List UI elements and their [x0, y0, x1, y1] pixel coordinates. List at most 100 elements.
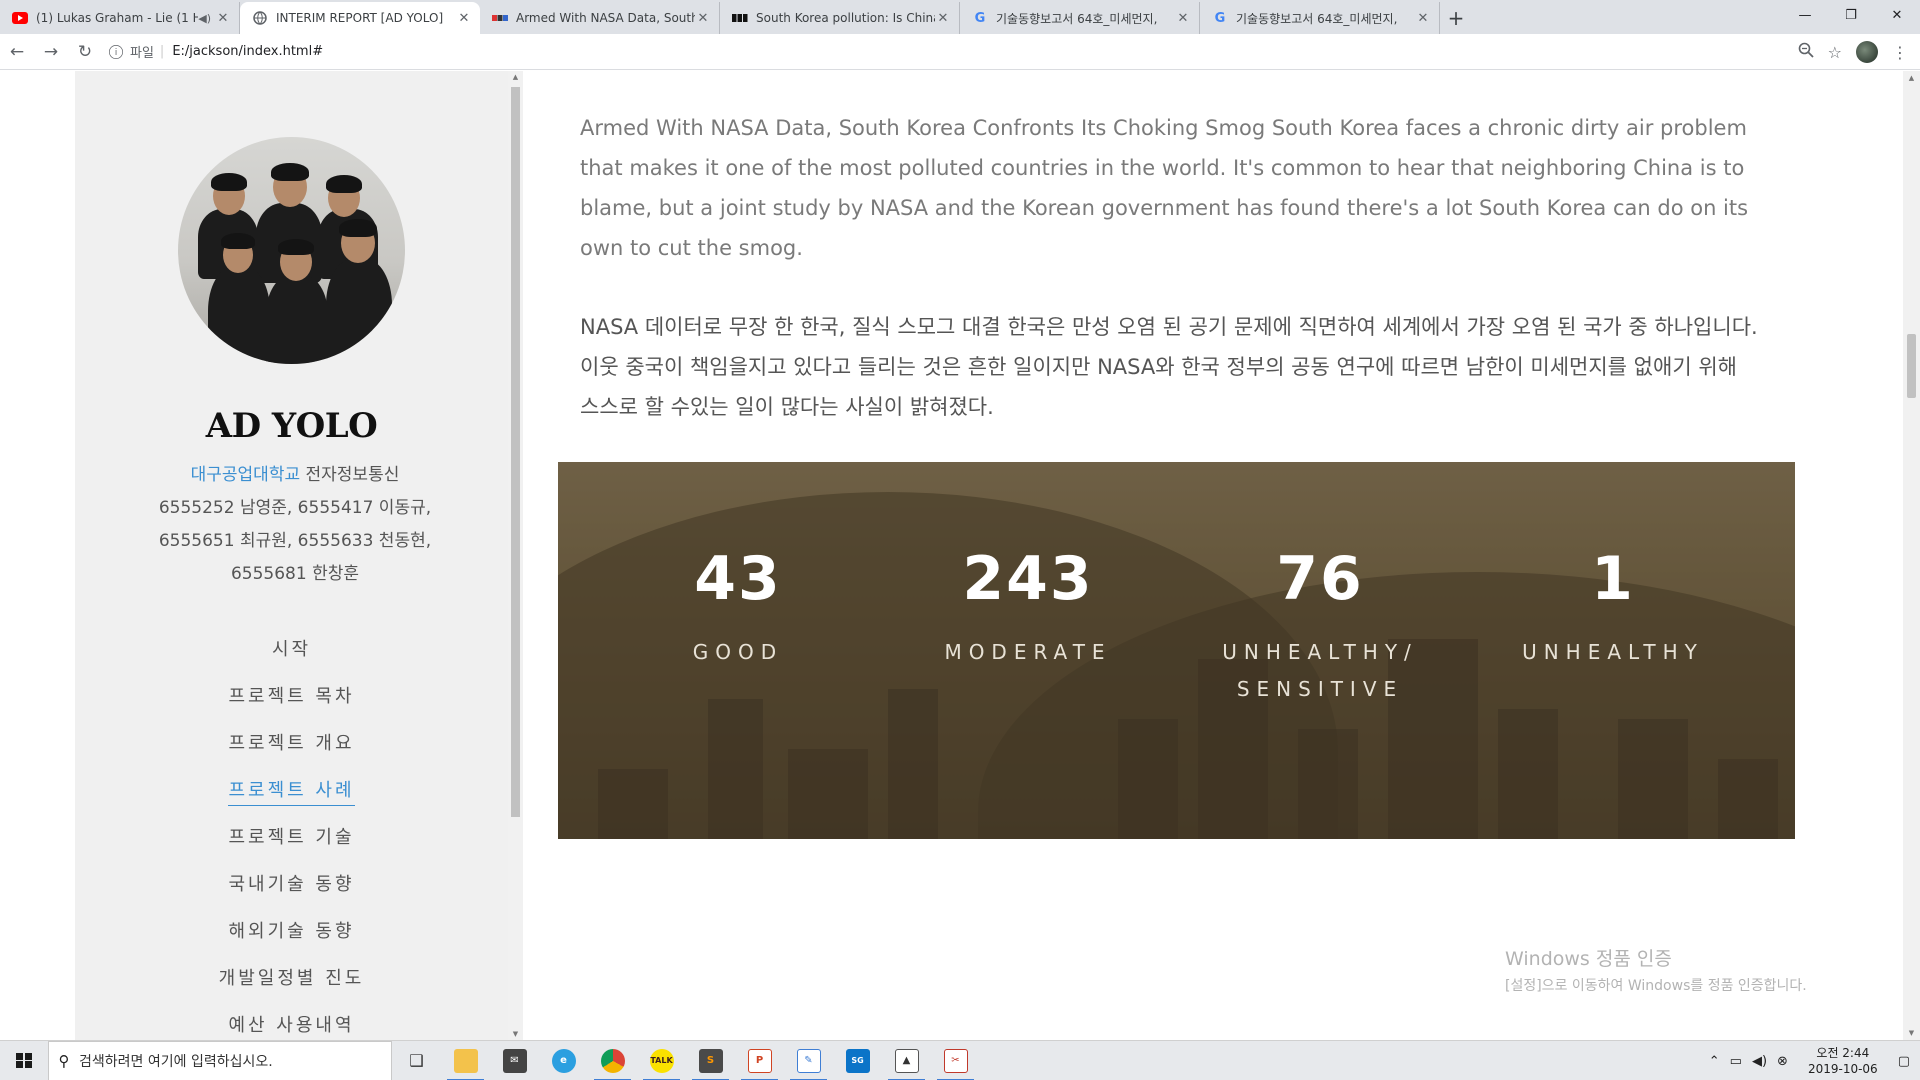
tab-nasa-article[interactable]: Armed With NASA Data, South ✕ [480, 2, 720, 34]
close-tab-icon[interactable]: ✕ [215, 11, 231, 26]
menu-item-contents[interactable]: 프로젝트 목차 [75, 673, 508, 720]
person-silhouette [208, 267, 270, 364]
person-hair [271, 163, 309, 181]
stat-value: 43 [694, 544, 782, 614]
menu-item-label: 프로젝트 목차 [228, 686, 355, 707]
scroll-up-icon[interactable]: ▲ [511, 73, 520, 81]
address-bar[interactable]: i 파일 | E:/jackson/index.html# [106, 38, 1806, 66]
close-window-icon[interactable]: ✕ [1874, 0, 1920, 30]
taskbar-photos[interactable]: ▲ [882, 1041, 931, 1080]
taskbar-mail[interactable]: ✉ [490, 1041, 539, 1080]
mail-icon: ✉ [502, 1048, 527, 1073]
sidebar-scroll-thumb[interactable] [511, 87, 520, 817]
info-icon[interactable]: i [109, 44, 123, 59]
photos-icon: ▲ [894, 1048, 919, 1073]
scroll-down-icon[interactable]: ▼ [1907, 1029, 1916, 1037]
taskbar-notepad[interactable]: ✎ [784, 1041, 833, 1080]
stat-label: UNHEALTHY [1473, 634, 1753, 671]
taskbar-internet-explorer[interactable]: e [539, 1041, 588, 1080]
school-link[interactable]: 대구공업대학교 [191, 465, 300, 485]
search-placeholder: 검색하려면 여기에 입력하십시오. [79, 1053, 273, 1070]
watermark-title: Windows 정품 인증 [1505, 948, 1672, 970]
members-line: 6555651 최규원, 6555633 천동현, [158, 531, 432, 551]
taskbar-chrome[interactable] [588, 1041, 637, 1080]
new-tab-button[interactable]: + [1440, 2, 1472, 34]
tab-bbc-article[interactable]: South Korea pollution: Is China ✕ [720, 2, 960, 34]
menu-item-schedule-progress[interactable]: 개발일정별 진도 [75, 955, 508, 1002]
menu-item-cases[interactable]: 프로젝트 사례 [75, 767, 508, 814]
taskbar-app-blue[interactable]: SG [833, 1041, 882, 1080]
close-tab-icon[interactable]: ✕ [1415, 11, 1431, 26]
task-view-button[interactable]: ❑ [392, 1041, 441, 1080]
menu-item-technology[interactable]: 프로젝트 기술 [75, 814, 508, 861]
stat-label-line: GOOD [692, 640, 784, 664]
network-icon[interactable]: ▭ [1730, 1054, 1742, 1069]
person-hair [339, 219, 377, 237]
close-tab-icon[interactable]: ✕ [456, 11, 472, 26]
zoom-icon[interactable] [1798, 42, 1814, 62]
menu-item-start[interactable]: 시작 [75, 626, 508, 673]
menu-item-label: 프로젝트 기술 [228, 827, 355, 848]
menu-item-domestic-trends[interactable]: 국내기술 동향 [75, 861, 508, 908]
stat-label: GOOD [598, 634, 878, 671]
page-scroll-thumb[interactable] [1907, 334, 1916, 398]
team-photo [178, 137, 405, 364]
tab-interim-report[interactable]: INTERIM REPORT [AD YOLO] ✕ [240, 2, 480, 34]
close-tab-icon[interactable]: ✕ [935, 11, 951, 26]
menu-item-overview[interactable]: 프로젝트 개요 [75, 720, 508, 767]
tab-youtube[interactable]: (1) Lukas Graham - Lie (1 H ◀) ✕ [0, 2, 240, 34]
close-tab-icon[interactable]: ✕ [695, 11, 711, 26]
scheme-label: 파일 [130, 46, 154, 61]
address-separator: | [159, 44, 165, 59]
tab-title: Armed With NASA Data, South [516, 11, 695, 25]
notification-icon[interactable]: ▢ [1898, 1054, 1910, 1069]
menu-kebab-icon[interactable]: ⋮ [1892, 43, 1908, 62]
person-silhouette [326, 259, 392, 364]
person-silhouette [266, 275, 328, 364]
browser-tab-strip: (1) Lukas Graham - Lie (1 H ◀) ✕ INTERIM… [0, 0, 1920, 34]
profile-avatar[interactable] [1856, 41, 1878, 63]
back-icon[interactable]: ← [0, 35, 34, 69]
clock[interactable]: 오전 2:44 2019-10-06 [1808, 1045, 1878, 1077]
person-hair [211, 173, 247, 191]
menu-item-overseas-trends[interactable]: 해외기술 동향 [75, 908, 508, 955]
news-icon [492, 10, 508, 26]
bbc-icon [732, 10, 748, 26]
scroll-up-icon[interactable]: ▲ [1907, 74, 1916, 82]
minimize-icon[interactable]: — [1782, 0, 1828, 30]
forward-icon[interactable]: → [34, 35, 68, 69]
taskbar-powerpoint[interactable]: P [735, 1041, 784, 1080]
tab-title: (1) Lukas Graham - Lie (1 H [36, 11, 199, 25]
url-text[interactable]: E:/jackson/index.html# [172, 44, 323, 59]
speaker-icon[interactable]: ◀) [198, 12, 211, 25]
tab-google-doc-2[interactable]: G 기술동향보고서 64호_미세먼지, ✕ [1200, 2, 1440, 34]
bookmark-star-icon[interactable]: ☆ [1828, 43, 1842, 62]
person-hair [221, 233, 255, 249]
sublime-icon: S [698, 1048, 723, 1073]
volume-icon[interactable]: ◀) [1752, 1054, 1767, 1069]
clock-date: 2019-10-06 [1807, 1062, 1878, 1076]
taskbar-file-explorer[interactable] [441, 1041, 490, 1080]
scroll-down-icon[interactable]: ▼ [511, 1030, 520, 1038]
taskbar-search-box[interactable]: ⚲ 검색하려면 여기에 입력하십시오. [48, 1040, 392, 1080]
menu-item-budget[interactable]: 예산 사용내역 [75, 1002, 508, 1040]
school-line: 대구공업대학교 전자정보통신 [130, 459, 460, 492]
taskbar-kakaotalk[interactable]: TALK [637, 1041, 686, 1080]
page-scrollbar[interactable]: ▲ ▼ [1903, 71, 1920, 1040]
tab-title: INTERIM REPORT [AD YOLO] [276, 11, 444, 25]
members-line: 6555252 남영준, 6555417 이동규, [158, 498, 432, 518]
search-icon: ⚲ [58, 1051, 70, 1070]
close-tab-icon[interactable]: ✕ [1175, 11, 1191, 26]
sidebar-scrollbar[interactable]: ▲ ▼ [508, 71, 523, 1040]
maximize-icon[interactable]: ❐ [1828, 0, 1874, 30]
chrome-icon [600, 1048, 625, 1073]
tab-google-doc-1[interactable]: G 기술동향보고서 64호_미세먼지, ✕ [960, 2, 1200, 34]
reload-icon[interactable]: ↻ [68, 35, 102, 69]
taskbar-snipping[interactable]: ✂ [931, 1041, 980, 1080]
article-paragraph-english: Armed With NASA Data, South Korea Confro… [580, 116, 1749, 260]
ime-icon[interactable]: ⊗ [1777, 1054, 1788, 1069]
start-button[interactable] [0, 1041, 48, 1080]
chevron-up-icon[interactable]: ⌃ [1709, 1054, 1720, 1069]
stat-label: UNHEALTHY/SENSITIVE [1180, 634, 1460, 708]
taskbar-sublime[interactable]: S [686, 1041, 735, 1080]
